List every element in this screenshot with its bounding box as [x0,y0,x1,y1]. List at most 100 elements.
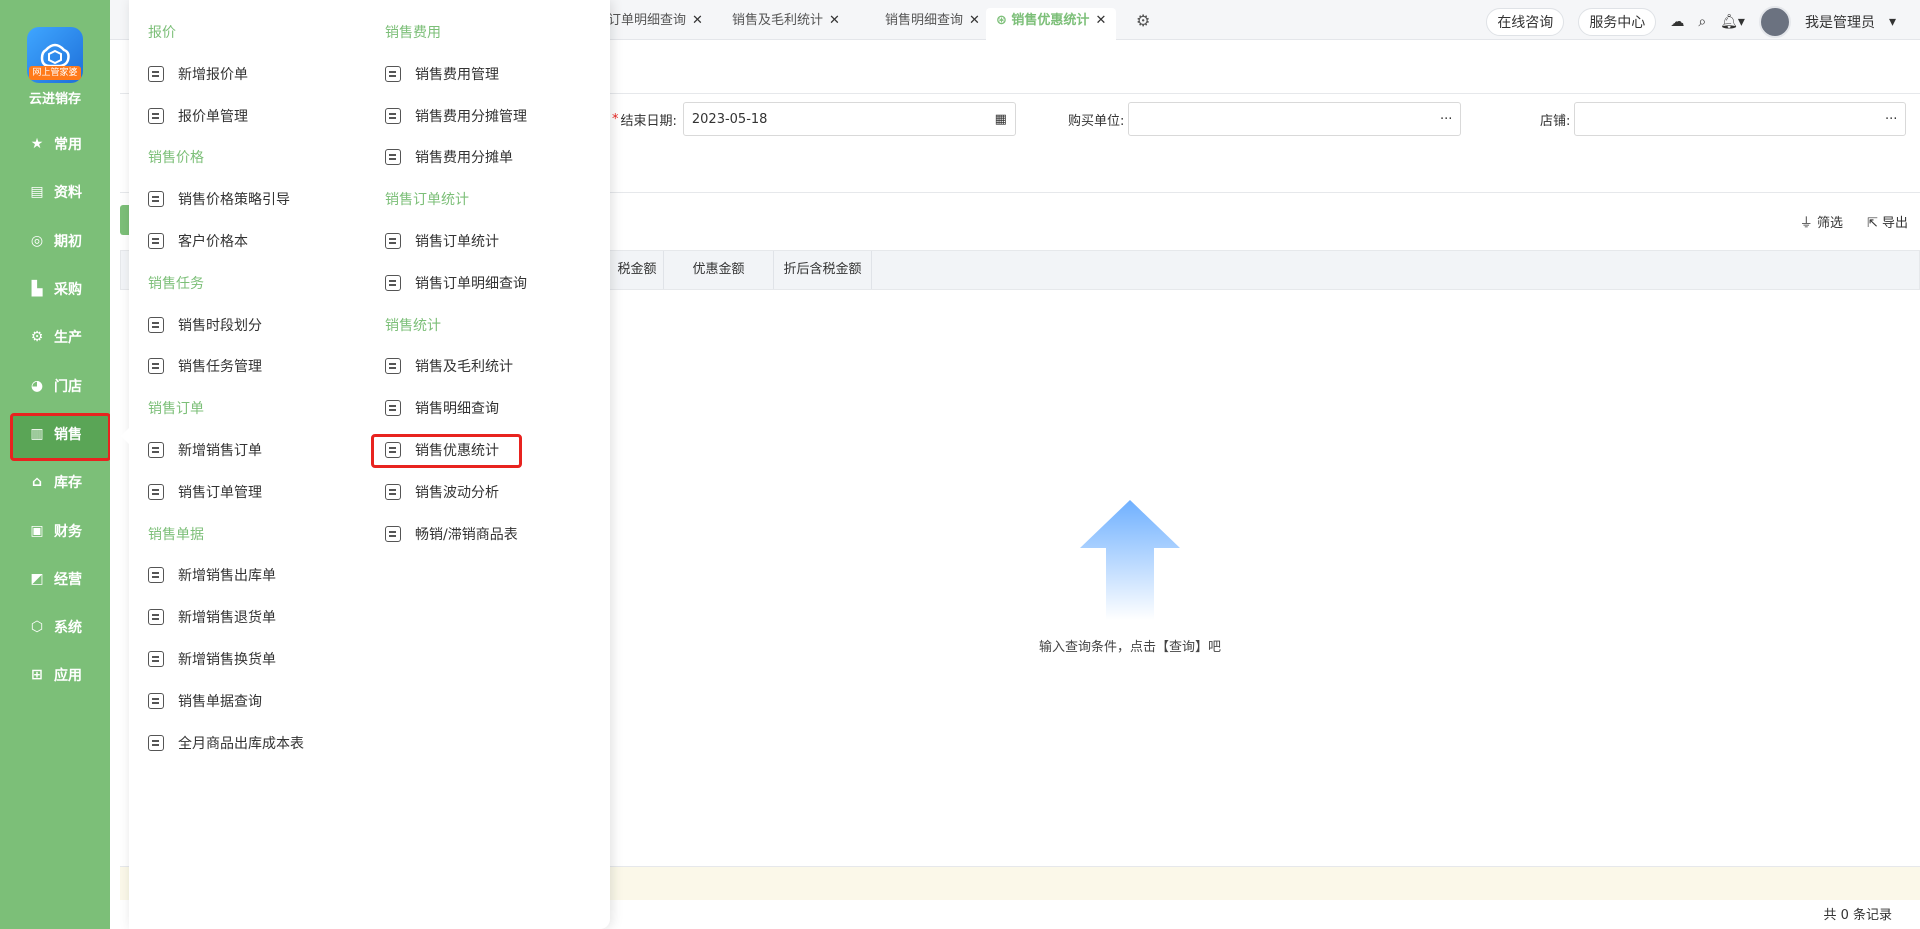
end-date-label: 结束日期: [620,113,677,129]
sidebar-item-label: 资料 [54,185,82,202]
more-icon[interactable]: ··· [1440,112,1452,127]
export-button[interactable]: ⇱ 导出 [1867,212,1908,231]
user-name[interactable]: 我是管理员 [1805,12,1875,32]
return-icon [148,609,164,625]
bell-icon[interactable]: 🔔︎▾ [1720,14,1745,30]
menu-item[interactable]: 新增销售退货单 [148,607,276,627]
menu-item[interactable]: 销售订单管理 [148,482,262,502]
funnel-icon: ⏚ [1799,216,1817,231]
tab-sales-discount[interactable]: ⊛ 销售优惠统计 ✕ [986,8,1117,40]
menu-item[interactable]: 销售波动分析 [385,482,499,502]
tab-sales-profit[interactable]: 销售及毛利统计 ✕ [722,8,850,40]
sidebar-item-label: 门店 [54,378,82,395]
menu-item[interactable]: 销售任务管理 [148,356,262,376]
target-icon: ◎ [30,232,44,249]
consult-button[interactable]: 在线咨询 [1486,8,1565,36]
table-icon [385,526,401,542]
column-header[interactable]: 折后含税金额 [774,251,872,289]
shop-input[interactable]: ··· [1574,102,1907,136]
tab-settings-icon[interactable]: ⚙ [1126,8,1160,40]
sidebar-item-finance[interactable]: ▣ 财务 [0,506,110,554]
trend-line-icon [148,191,164,207]
menu-item[interactable]: 销售订单明细查询 [385,273,527,293]
service-button[interactable]: 服务中心 [1578,8,1657,36]
sidebar-item-sales[interactable]: ▥ 销售 [0,410,111,462]
avatar[interactable] [1758,6,1791,38]
sidebar-item-label: 财务 [54,523,82,540]
tab-label: 销售优惠统计 [1011,13,1090,28]
menu-item[interactable]: 销售及毛利统计 [385,356,513,376]
plus-icon: ⊞ [31,667,43,684]
close-icon[interactable]: ✕ [969,13,980,28]
menu-header: 销售统计 [385,318,441,334]
close-icon[interactable]: ✕ [1095,13,1106,28]
column-header[interactable]: 优惠金额 [664,251,774,289]
sidebar-item-label: 库存 [54,475,82,492]
shop-filter: 店铺: ··· [1540,102,1907,136]
menu-item[interactable]: 销售费用分摊管理 [385,106,527,126]
chart-icon: ▥ [30,425,44,442]
order-stats-icon [385,233,401,249]
menu-item[interactable]: 新增销售订单 [148,440,262,460]
filter-button[interactable]: ⏚ 筛选 [1800,212,1843,231]
sidebar-nav: ★ 常用 ▤ 资料 ◎ 期初 ▙ 采购 ⚙ 生产 ◕ 门店 ▥ 销售 ⌂ 库存 [0,120,111,700]
menu-item[interactable]: 销售费用分摊单 [385,147,513,167]
search-icon[interactable]: ⌕ [1698,14,1706,30]
top-right-actions: 在线咨询 服务中心 ☁ ⌕ 🔔︎▾ 我是管理员 ▾ [1486,6,1896,38]
menu-header: 报价 [148,25,176,41]
more-icon[interactable]: ··· [1885,112,1897,127]
chevron-down-icon[interactable]: ▾ [1889,14,1896,30]
buyer-filter: 购买单位: ··· [1068,102,1462,136]
quote-icon [148,66,164,82]
cloud-download-icon[interactable]: ☁ [1670,14,1684,30]
sidebar-item-initial[interactable]: ◎ 期初 [0,217,110,265]
discount-icon: ⊛ [996,13,1012,28]
tab-order-detail[interactable]: 订单明细查询 ✕ [598,8,713,40]
sidebar-item-label: 经营 [54,571,82,588]
buyer-input[interactable]: ··· [1128,102,1462,136]
sidebar-item-data[interactable]: ▤ 资料 [0,168,110,216]
calendar-icon [148,317,164,333]
menu-item[interactable]: 销售价格策略引导 [148,189,290,209]
column-header[interactable]: 税金额 [611,251,664,289]
fluctuation-icon [385,484,401,500]
required-mark: * [612,111,619,127]
menu-item[interactable]: 新增报价单 [148,64,248,84]
export-icon: ⇱ [1866,216,1882,231]
sidebar-item-production[interactable]: ⚙ 生产 [0,313,110,361]
sidebar-item-business[interactable]: ◩ 经营 [0,555,110,603]
tab-sales-detail[interactable]: 销售明细查询 ✕ [875,8,990,40]
menu-item[interactable]: 销售费用管理 [385,64,499,84]
task-icon [148,358,164,374]
menu-item[interactable]: 全月商品出库成本表 [148,733,304,753]
order-add-icon [148,442,164,458]
sidebar-item-label: 常用 [54,137,82,154]
sidebar-item-inventory[interactable]: ⌂ 库存 [0,458,110,506]
menu-item[interactable]: 报价单管理 [148,106,248,126]
close-icon[interactable]: ✕ [692,13,703,28]
factory-icon: ⚙ [30,329,44,346]
sidebar-item-label: 销售 [54,426,82,443]
wallet-icon: ▣ [30,522,44,539]
sidebar-item-store[interactable]: ◕ 门店 [0,361,110,409]
menu-header: 销售订单统计 [385,192,469,208]
menu-item[interactable]: 销售单据查询 [148,691,262,711]
end-date-input[interactable]: 2023-05-18 ▦ [682,102,1016,136]
menu-item[interactable]: 销售订单统计 [385,231,499,251]
sidebar-item-common[interactable]: ★ 常用 [0,120,110,168]
sidebar-item-system[interactable]: ⬡ 系统 [0,603,110,651]
menu-item[interactable]: 畅销/滞销商品表 [385,524,518,544]
close-icon[interactable]: ✕ [829,13,840,28]
cost-table-icon [148,735,164,751]
menu-header: 销售费用 [385,25,441,41]
sidebar-item-purchase[interactable]: ▙ 采购 [0,265,110,313]
menu-item[interactable]: 新增销售出库单 [148,565,276,585]
calendar-icon[interactable]: ▦ [995,112,1007,127]
menu-header: 销售订单 [148,401,204,417]
menu-item[interactable]: 销售明细查询 [385,398,499,418]
sidebar-item-apps[interactable]: ⊞ 应用 [0,651,110,699]
menu-item[interactable]: 新增销售换货单 [148,649,276,669]
sidebar: 网上管家婆 云进销存 ★ 常用 ▤ 资料 ◎ 期初 ▙ 采购 ⚙ 生产 ◕ 门店… [0,0,111,929]
menu-item[interactable]: 客户价格本 [148,231,248,251]
menu-item[interactable]: 销售时段划分 [148,315,262,335]
